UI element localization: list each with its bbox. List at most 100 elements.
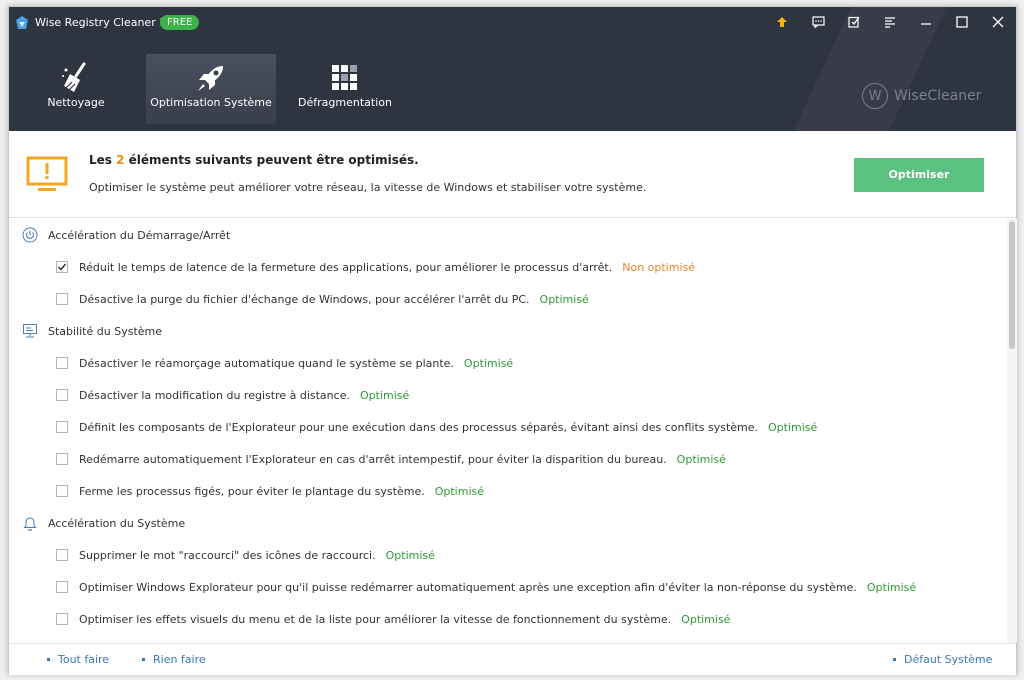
- checkmark-icon: [57, 263, 67, 271]
- item-status: Optimisé: [676, 452, 726, 466]
- summary-description: Optimiser le système peut améliorer votr…: [89, 181, 647, 194]
- edit-icon: [848, 16, 860, 28]
- select-none-label: Rien faire: [153, 653, 206, 666]
- app-window: Wise Registry Cleaner 11 FREE Nettoyage …: [8, 6, 1017, 675]
- list-scrollbar[interactable]: [1007, 219, 1017, 643]
- item-checkbox[interactable]: [56, 613, 68, 625]
- item-checkbox[interactable]: [56, 261, 68, 273]
- item-text: Optimiser Windows Explorateur pour qu'il…: [79, 580, 857, 594]
- select-all-label: Tout faire: [58, 653, 110, 666]
- system-icon: [23, 324, 37, 338]
- optimize-button[interactable]: Optimiser: [854, 158, 984, 192]
- minimize-button[interactable]: [917, 13, 935, 31]
- close-button[interactable]: [989, 13, 1007, 31]
- item-text: Définit les composants de l'Explorateur …: [79, 420, 759, 434]
- list-item[interactable]: Désactiver la modification du registre à…: [56, 386, 409, 404]
- feedback-button[interactable]: [809, 13, 827, 31]
- item-checkbox[interactable]: [56, 549, 68, 561]
- close-icon: [992, 16, 1004, 28]
- item-status: Optimisé: [385, 548, 435, 562]
- item-text: Redémarre automatiquement l'Explorateur …: [79, 452, 667, 466]
- list-item[interactable]: Ferme les processus figés, pour éviter l…: [56, 482, 484, 500]
- item-status: Optimisé: [359, 388, 410, 402]
- app-title: Wise Registry Cleaner 11: [35, 16, 174, 29]
- tab-cleaning[interactable]: Nettoyage: [11, 54, 141, 124]
- list-item[interactable]: Optimiser Windows Explorateur pour qu'il…: [56, 578, 916, 596]
- app-logo-icon: [16, 16, 28, 29]
- system-default-label: Défaut Système: [904, 653, 993, 666]
- item-checkbox[interactable]: [56, 581, 68, 593]
- footer-bar: Tout faire Rien faire Défaut Système: [9, 643, 1016, 675]
- free-badge: FREE: [160, 15, 200, 30]
- monitor-warning-icon: [26, 156, 68, 191]
- menu-button[interactable]: [881, 13, 899, 31]
- tab-defragmentation-label: Défragmentation: [298, 96, 392, 109]
- category-system-stability: Stabilité du Système: [22, 321, 162, 341]
- select-none-link[interactable]: Rien faire: [142, 653, 206, 666]
- category-startup-shutdown: Accélération du Démarrage/Arrêt: [22, 225, 230, 245]
- broom-icon: [62, 62, 86, 92]
- header: Wise Registry Cleaner 11 FREE Nettoyage …: [9, 7, 1016, 131]
- tab-cleaning-label: Nettoyage: [47, 96, 105, 109]
- item-text: Ferme les processus figés, pour éviter l…: [79, 484, 425, 498]
- summary-title-prefix: Les: [89, 153, 117, 167]
- item-status: Optimisé: [768, 420, 818, 434]
- menu-icon: [885, 17, 895, 28]
- register-button[interactable]: [845, 13, 863, 31]
- item-checkbox[interactable]: [56, 357, 68, 369]
- list-item[interactable]: Redémarre automatiquement l'Explorateur …: [56, 450, 726, 468]
- bullet-icon: [142, 658, 145, 661]
- summary-title: Les 2 éléments suivants peuvent être opt…: [89, 153, 419, 167]
- item-status: Optimisé: [866, 580, 917, 594]
- item-status: Optimisé: [681, 612, 731, 626]
- item-status: Optimisé: [434, 484, 484, 498]
- system-default-link[interactable]: Défaut Système: [893, 653, 992, 666]
- minimize-icon: [921, 23, 931, 25]
- arrow-up-icon: [777, 17, 787, 27]
- summary-title-suffix: éléments suivants peuvent être optimisés…: [124, 153, 419, 167]
- list-item[interactable]: Optimiser les effets visuels du menu et …: [56, 610, 730, 628]
- bullet-icon: [47, 658, 50, 661]
- scrollbar-thumb[interactable]: [1009, 221, 1015, 349]
- item-text: Supprimer le mot "raccourci" des icônes …: [79, 548, 376, 562]
- item-status: Optimisé: [539, 292, 589, 306]
- list-item[interactable]: Désactive la purge du fichier d'échange …: [56, 290, 589, 308]
- list-item[interactable]: Réduit le temps de latence de la fermetu…: [56, 258, 695, 276]
- brand-logo[interactable]: W WiseCleaner: [862, 83, 981, 109]
- brand-text: WiseCleaner: [894, 88, 982, 104]
- tab-system-optimization[interactable]: Optimisation Système: [146, 54, 276, 124]
- bell-icon: [23, 517, 37, 531]
- brand-mark: W: [862, 83, 888, 109]
- item-checkbox[interactable]: [56, 453, 68, 465]
- maximize-button[interactable]: [953, 13, 971, 31]
- tab-system-optimization-label: Optimisation Système: [150, 96, 272, 109]
- item-checkbox[interactable]: [56, 485, 68, 497]
- upgrade-button[interactable]: [773, 13, 791, 31]
- item-status: Optimisé: [463, 356, 514, 370]
- item-text: Optimiser les effets visuels du menu et …: [79, 612, 672, 626]
- list-item[interactable]: Supprimer le mot "raccourci" des icônes …: [56, 546, 435, 564]
- select-all-link[interactable]: Tout faire: [47, 653, 109, 666]
- item-checkbox[interactable]: [56, 389, 68, 401]
- category-label: Accélération du Démarrage/Arrêt: [48, 228, 231, 242]
- category-label: Accélération du Système: [48, 516, 186, 530]
- tab-defragmentation[interactable]: Défragmentation: [280, 54, 410, 124]
- item-checkbox[interactable]: [56, 293, 68, 305]
- list-item[interactable]: Définit les composants de l'Explorateur …: [56, 418, 817, 436]
- summary-panel: Les 2 éléments suivants peuvent être opt…: [9, 131, 1016, 218]
- rocket-icon: [198, 66, 223, 91]
- grid-icon: [332, 65, 357, 90]
- category-label: Stabilité du Système: [48, 324, 163, 338]
- optimization-list: Accélération du Démarrage/Arrêt Réduit l…: [9, 219, 1006, 643]
- item-checkbox[interactable]: [56, 421, 68, 433]
- chat-icon: [811, 16, 825, 28]
- title-bar: Wise Registry Cleaner 11 FREE: [9, 7, 1016, 37]
- power-icon: [22, 227, 38, 243]
- item-text: Désactiver le réamorçage automatique qua…: [79, 356, 454, 370]
- bullet-icon: [893, 658, 896, 661]
- maximize-icon: [956, 16, 968, 28]
- list-item[interactable]: Désactiver le réamorçage automatique qua…: [56, 354, 513, 372]
- item-text: Désactive la purge du fichier d'échange …: [79, 292, 530, 306]
- item-status: Non optimisé: [622, 260, 696, 274]
- item-text: Désactiver la modification du registre à…: [79, 388, 350, 402]
